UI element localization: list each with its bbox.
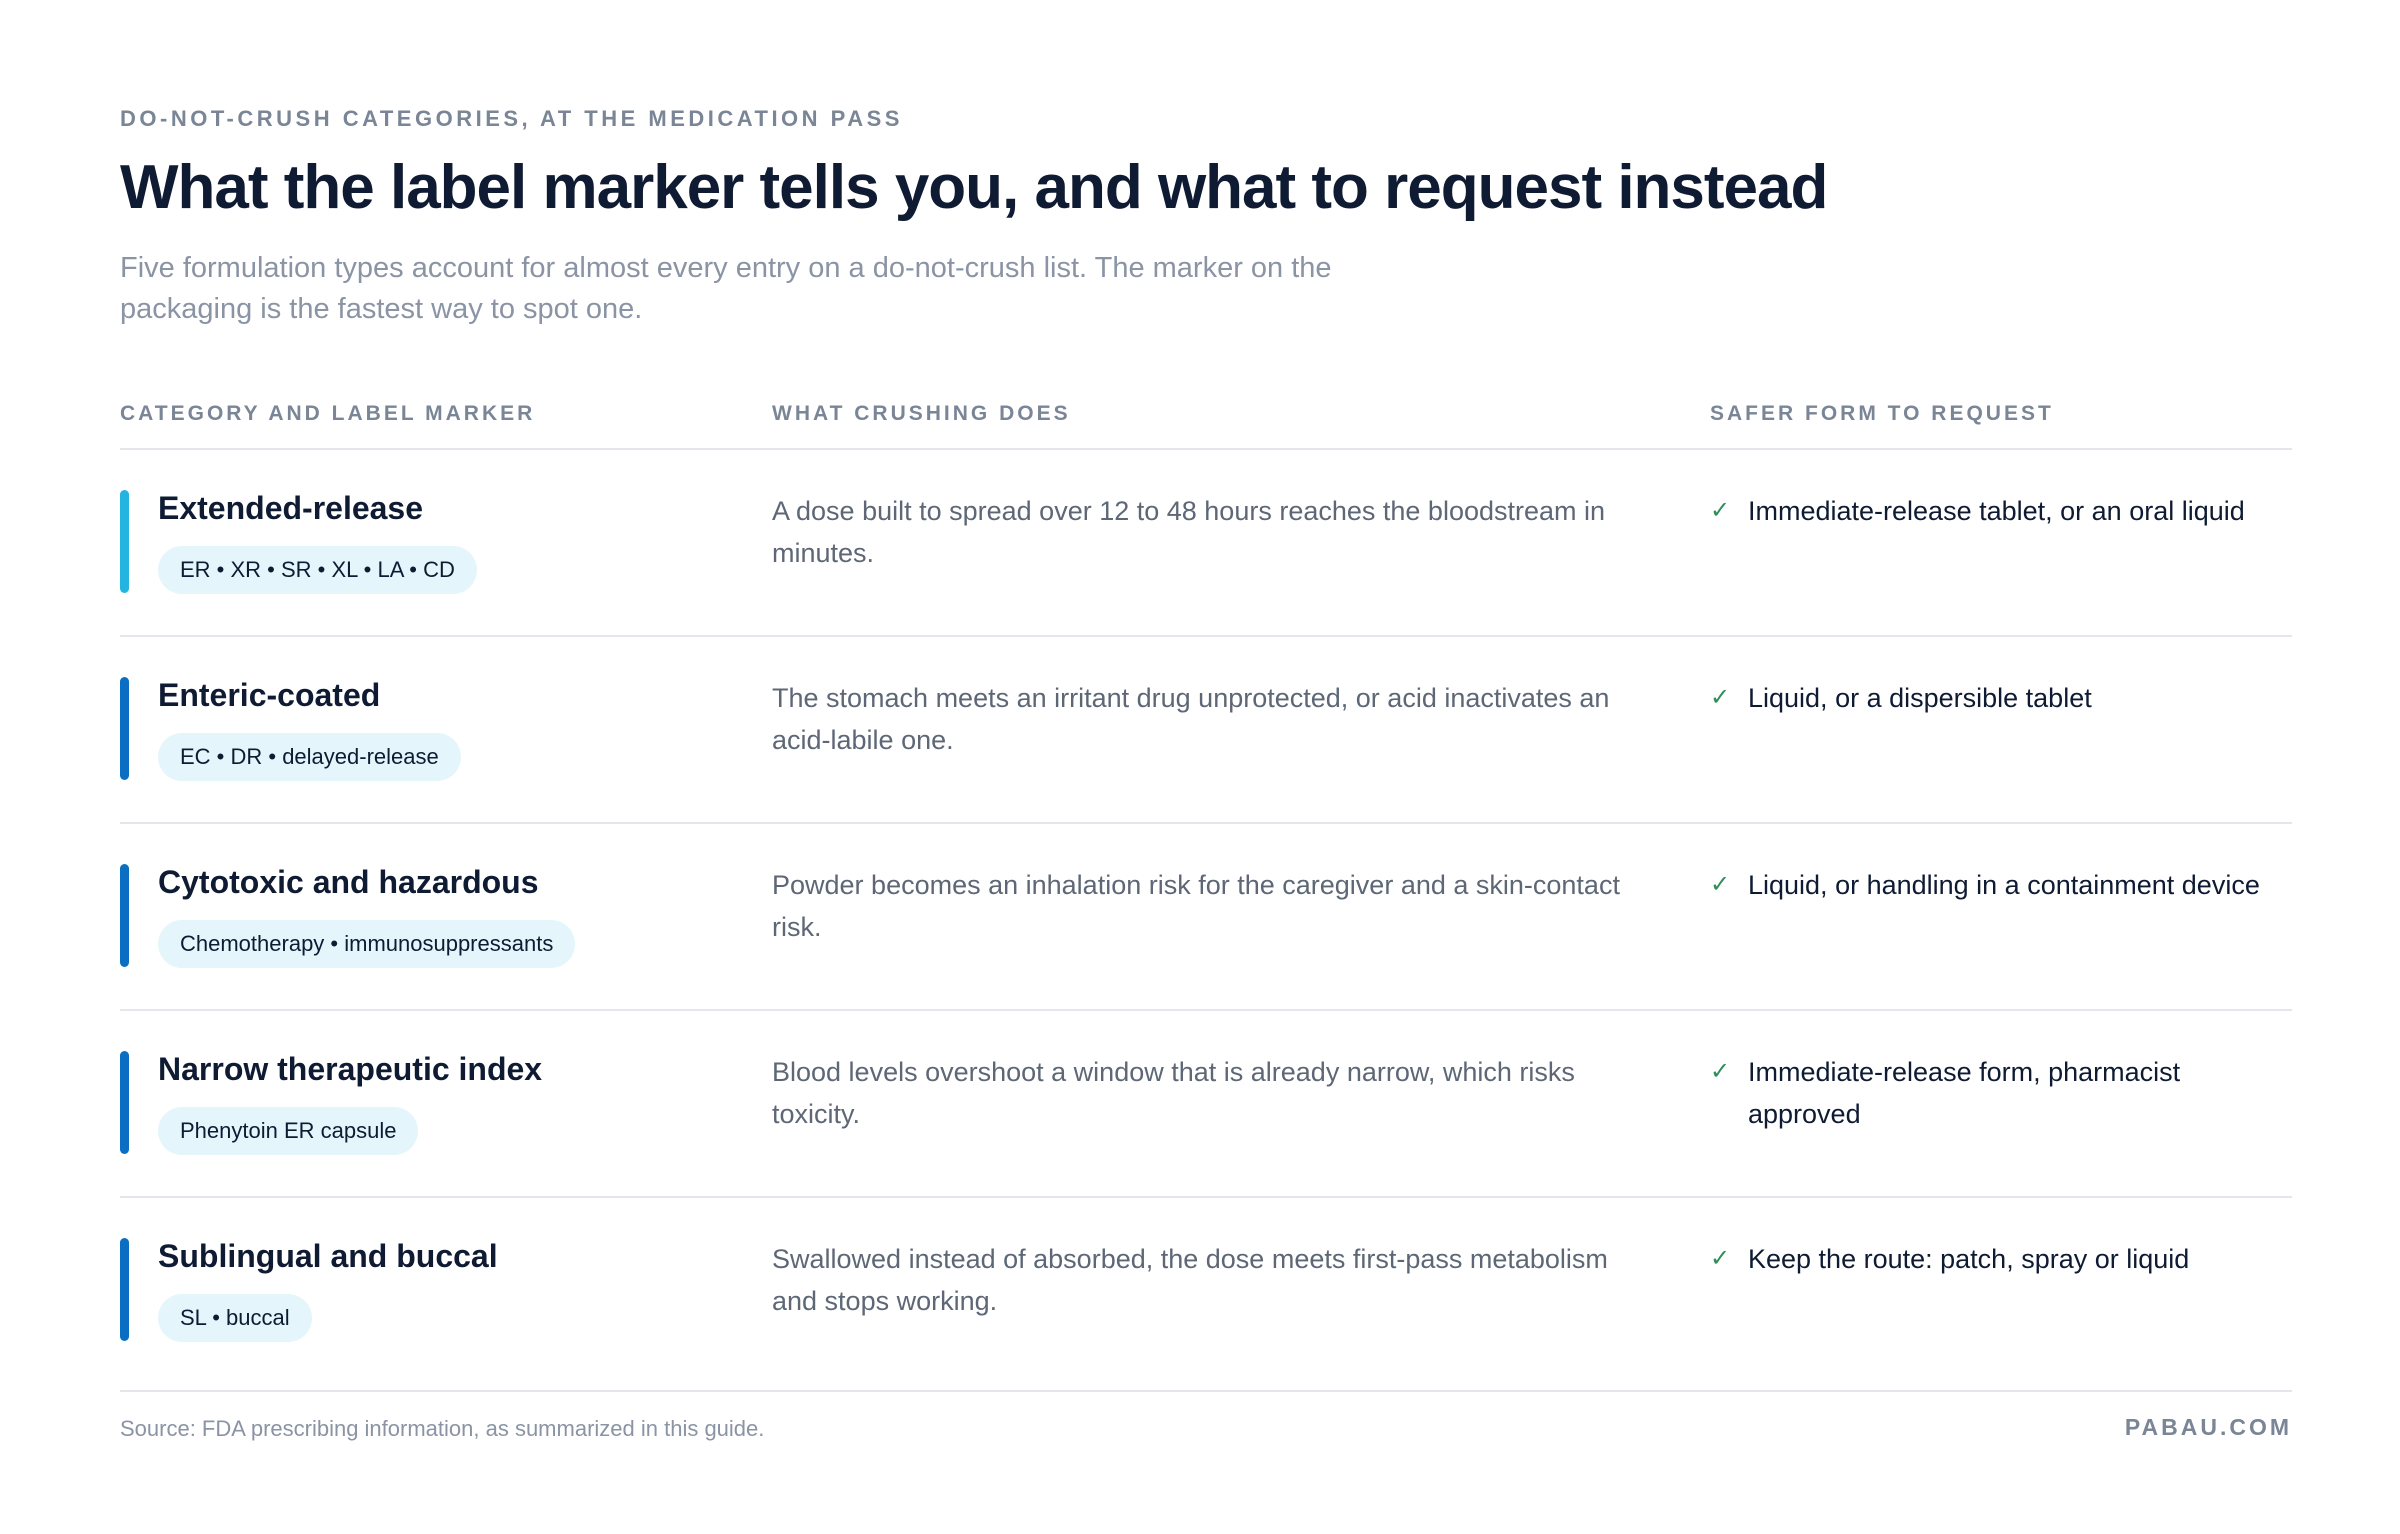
safer-form-text: Immediate-release form, pharmacist appro… — [1748, 1057, 2181, 1129]
check-icon: ✓ — [1710, 871, 1731, 898]
safer-form-text: Liquid, or handling in a containment dev… — [1748, 870, 2260, 900]
crushing-effect: Blood levels overshoot a window that is … — [772, 1057, 1575, 1129]
column-header-effect: WHAT CRUSHING DOES — [772, 402, 1071, 425]
category-name: Extended-release — [158, 490, 424, 526]
category-name: Enteric-coated — [158, 677, 381, 713]
table-header: CATEGORY AND LABEL MARKER WHAT CRUSHING … — [120, 398, 2292, 450]
brand-wordmark: PABAU.COM — [2124, 1414, 2292, 1440]
table-row: Cytotoxic and hazardous Chemotherapy • i… — [120, 824, 2292, 1011]
label-marker-pill: SL • buccal — [158, 1294, 312, 1342]
safer-form-text: Immediate-release tablet, or an oral liq… — [1748, 496, 2245, 526]
label-marker-pill: Chemotherapy • immunosuppressants — [158, 920, 576, 968]
label-marker-pill: ER • XR • SR • XL • LA • CD — [158, 546, 477, 594]
crushing-effect: The stomach meets an irritant drug unpro… — [772, 683, 1610, 755]
safer-form-text: Liquid, or a dispersible tablet — [1748, 683, 2092, 713]
category-name: Narrow therapeutic index — [158, 1051, 543, 1087]
table-row: Narrow therapeutic index Phenytoin ER ca… — [120, 1011, 2292, 1198]
category-name: Sublingual and buccal — [158, 1238, 498, 1274]
category-accent-bar — [120, 490, 129, 593]
table-row: Sublingual and buccal SL • buccal Swallo… — [120, 1198, 2292, 1392]
column-header-category: CATEGORY AND LABEL MARKER — [120, 402, 536, 425]
check-icon: ✓ — [1710, 684, 1731, 711]
label-marker-pill: Phenytoin ER capsule — [158, 1107, 419, 1155]
page-subtitle: Five formulation types account for almos… — [120, 252, 1332, 325]
check-icon: ✓ — [1710, 1245, 1731, 1272]
table-row: Enteric-coated EC • DR • delayed-release… — [120, 637, 2292, 824]
crushing-effect: A dose built to spread over 12 to 48 hou… — [772, 496, 1606, 568]
category-name: Cytotoxic and hazardous — [158, 864, 539, 900]
check-icon: ✓ — [1710, 1058, 1731, 1085]
column-header-safer: SAFER FORM TO REQUEST — [1710, 402, 2054, 425]
safer-form-text: Keep the route: patch, spray or liquid — [1748, 1244, 2190, 1274]
page-title: What the label marker tells you, and wha… — [120, 153, 1828, 222]
category-accent-bar — [120, 864, 129, 967]
crushing-effect: Powder becomes an inhalation risk for th… — [772, 870, 1620, 942]
label-marker-pill: EC • DR • delayed-release — [158, 733, 461, 781]
check-icon: ✓ — [1710, 497, 1731, 524]
category-accent-bar — [120, 1238, 129, 1341]
table-row: Extended-release ER • XR • SR • XL • LA … — [120, 450, 2292, 637]
source-note: Source: FDA prescribing information, as … — [120, 1416, 765, 1441]
category-accent-bar — [120, 1051, 129, 1154]
category-accent-bar — [120, 677, 129, 780]
crushing-effect: Swallowed instead of absorbed, the dose … — [772, 1244, 1608, 1316]
eyebrow: DO-NOT-CRUSH CATEGORIES, AT THE MEDICATI… — [120, 106, 903, 131]
